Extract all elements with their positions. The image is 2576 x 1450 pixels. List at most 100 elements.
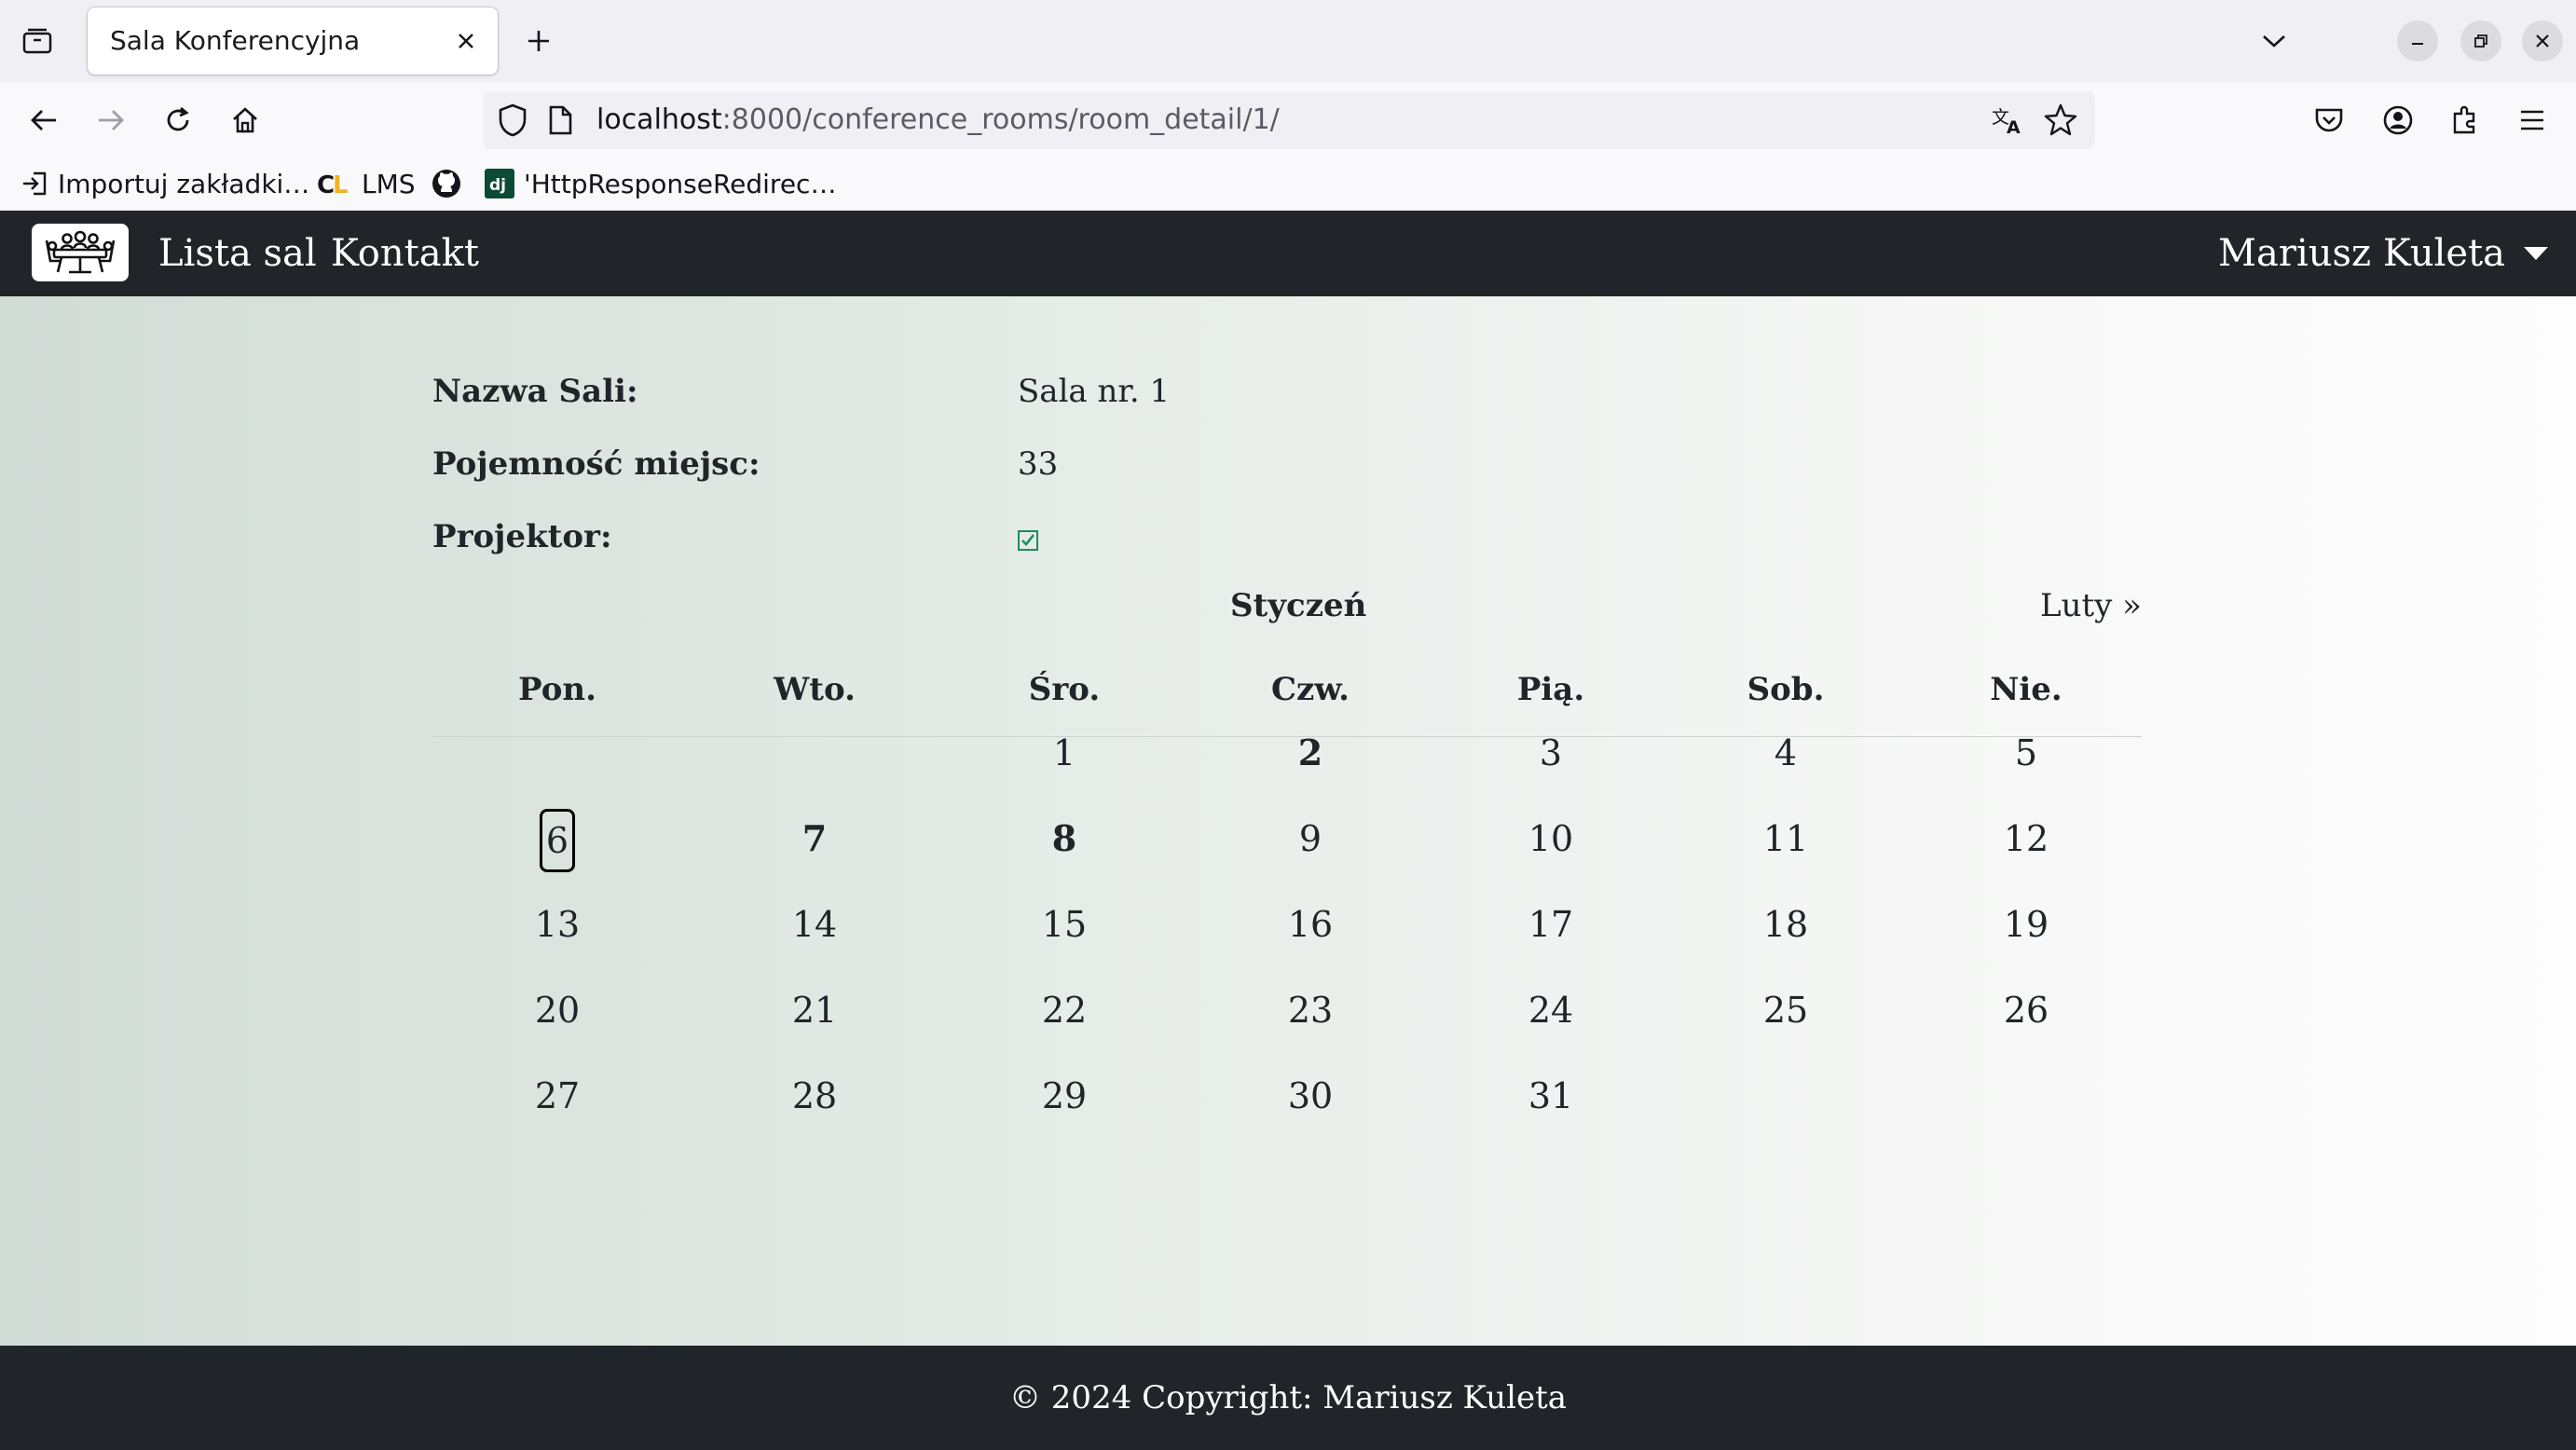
restore-icon[interactable] [2460,21,2501,62]
cl-logo-icon: CL [317,170,352,198]
conference-table-icon [45,230,116,274]
calendar-day[interactable]: 12 [1970,811,2082,867]
calendar-day[interactable]: 29 [1008,1068,1120,1124]
bookmark-label: 'HttpResponseRedirec… [524,168,837,199]
reload-icon[interactable] [157,99,199,142]
user-dropdown[interactable]: Mariusz Kuleta [2218,211,2548,296]
calendar-day[interactable]: 10 [1495,811,1607,867]
account-icon[interactable] [2377,99,2419,142]
calendar-day[interactable]: 18 [1730,896,1842,952]
home-icon[interactable] [224,99,267,142]
calendar-day[interactable]: 5 [1970,725,2082,781]
bookmark-star-icon[interactable] [2043,103,2078,142]
bookmark-label: Importuj zakładki… [58,168,310,199]
room-name-value: Sala nr. 1 [1018,373,1171,410]
calendar-day[interactable]: 14 [759,896,870,952]
bookmark-lms[interactable]: CL LMS [317,157,416,211]
weekday-header: Wto. [774,671,856,708]
address-bar[interactable]: localhost:8000/conference_rooms/room_det… [483,91,2095,149]
weekday-header: Sob. [1747,671,1825,708]
tab-list-icon[interactable] [17,24,58,58]
capacity-label: Pojemność miejsc: [432,445,760,483]
calendar-day[interactable]: 2 [1254,725,1366,781]
calendar-day[interactable]: 23 [1254,982,1366,1038]
bookmark-github[interactable] [431,157,472,211]
next-month-link[interactable]: Luty » [2040,587,2142,624]
extensions-icon[interactable] [2444,99,2487,142]
bookmark-import[interactable]: Importuj zakładki… [21,157,309,211]
calendar-day[interactable]: 13 [501,896,613,952]
new-tab-icon[interactable] [518,22,559,60]
calendar-day[interactable]: 26 [1970,982,2082,1038]
tab-title: Sala Konferencyjna [110,25,361,56]
calendar-day[interactable]: 4 [1730,725,1842,781]
bookmark-django[interactable]: dj 'HttpResponseRedirec… [485,157,836,211]
url-text[interactable]: localhost:8000/conference_rooms/room_det… [596,91,1280,149]
calendar-day[interactable]: 22 [1008,982,1120,1038]
calendar-day[interactable]: 20 [501,982,613,1038]
calendar-day[interactable]: 27 [501,1068,613,1124]
calendar-day[interactable]: 28 [759,1068,870,1124]
bookmark-label: LMS [362,168,416,199]
minimize-icon[interactable] [2397,21,2438,62]
footer-copyright: © 2024 Copyright: Mariusz Kuleta [1008,1379,1568,1416]
calendar-day[interactable]: 21 [759,982,870,1038]
django-icon: dj [485,169,514,198]
url-host: localhost [596,103,722,136]
calendar-day[interactable]: 16 [1254,896,1366,952]
svg-text:L: L [333,171,349,198]
back-icon[interactable] [22,99,65,142]
url-path: :8000/conference_rooms/room_detail/1/ [721,103,1280,136]
calendar-day[interactable]: 30 [1254,1068,1366,1124]
room-detail-main: Nazwa Sali: Sala nr. 1 Pojemność miejsc:… [0,296,2576,1346]
projector-value [1018,518,1038,555]
weekday-header: Pią. [1516,671,1585,708]
page-icon [546,104,574,140]
menu-icon[interactable] [2511,99,2554,142]
browser-toolbar: localhost:8000/conference_rooms/room_det… [0,82,2576,157]
weekday-header: Nie. [1990,671,2062,708]
calendar-day[interactable]: 9 [1254,811,1366,867]
nav-link-contact[interactable]: Kontakt [331,211,479,296]
calendar-day[interactable]: 25 [1730,982,1842,1038]
chevron-down-icon[interactable] [2255,22,2293,60]
calendar-month-title: Styczeń [1230,587,1367,624]
weekday-header: Śro. [1028,671,1101,708]
shield-icon[interactable] [496,103,529,142]
translate-icon[interactable]: 文A [1991,104,2024,140]
site-navbar: Lista sal Kontakt Mariusz Kuleta [0,211,2576,296]
svg-text:dj: dj [489,176,506,195]
calendar-day[interactable]: 3 [1495,725,1607,781]
projector-label: Projektor: [432,518,612,555]
close-window-icon[interactable] [2522,21,2563,62]
site-footer: © 2024 Copyright: Mariusz Kuleta [0,1346,2576,1450]
weekday-header: Pon. [518,671,596,708]
calendar-day[interactable]: 8 [1008,811,1120,867]
nav-link-room-list[interactable]: Lista sal [158,211,317,296]
calendar-day[interactable]: 31 [1495,1068,1607,1124]
import-icon [21,170,48,198]
calendar-day[interactable]: 7 [759,811,870,867]
site-logo[interactable] [32,224,129,281]
calendar-day[interactable]: 17 [1495,896,1607,952]
caret-down-icon [2524,247,2548,260]
svg-text:A: A [2007,117,2021,136]
room-name-label: Nazwa Sali: [432,373,638,410]
calendar-day[interactable]: 1 [1008,725,1120,781]
browser-tab[interactable]: Sala Konferencyjna [88,7,498,75]
bookmarks-toolbar: Importuj zakładki… CL LMS dj 'HttpRespon… [0,157,2576,212]
pocket-icon[interactable] [2308,99,2350,142]
calendar-day[interactable]: 15 [1008,896,1120,952]
weekday-header: Czw. [1270,671,1350,708]
user-name: Mariusz Kuleta [2218,232,2505,275]
capacity-value: 33 [1018,445,1059,483]
forward-icon[interactable] [89,99,132,142]
calendar-day[interactable]: 24 [1495,982,1607,1038]
github-icon [431,168,462,199]
checkbox-checked-icon [1018,530,1038,551]
tab-close-icon[interactable] [449,24,483,58]
calendar-day-today[interactable]: 6 [501,809,613,872]
calendar-day[interactable]: 11 [1730,811,1842,867]
browser-tab-bar: Sala Konferencyjna [0,0,2576,82]
calendar-day[interactable]: 19 [1970,896,2082,952]
